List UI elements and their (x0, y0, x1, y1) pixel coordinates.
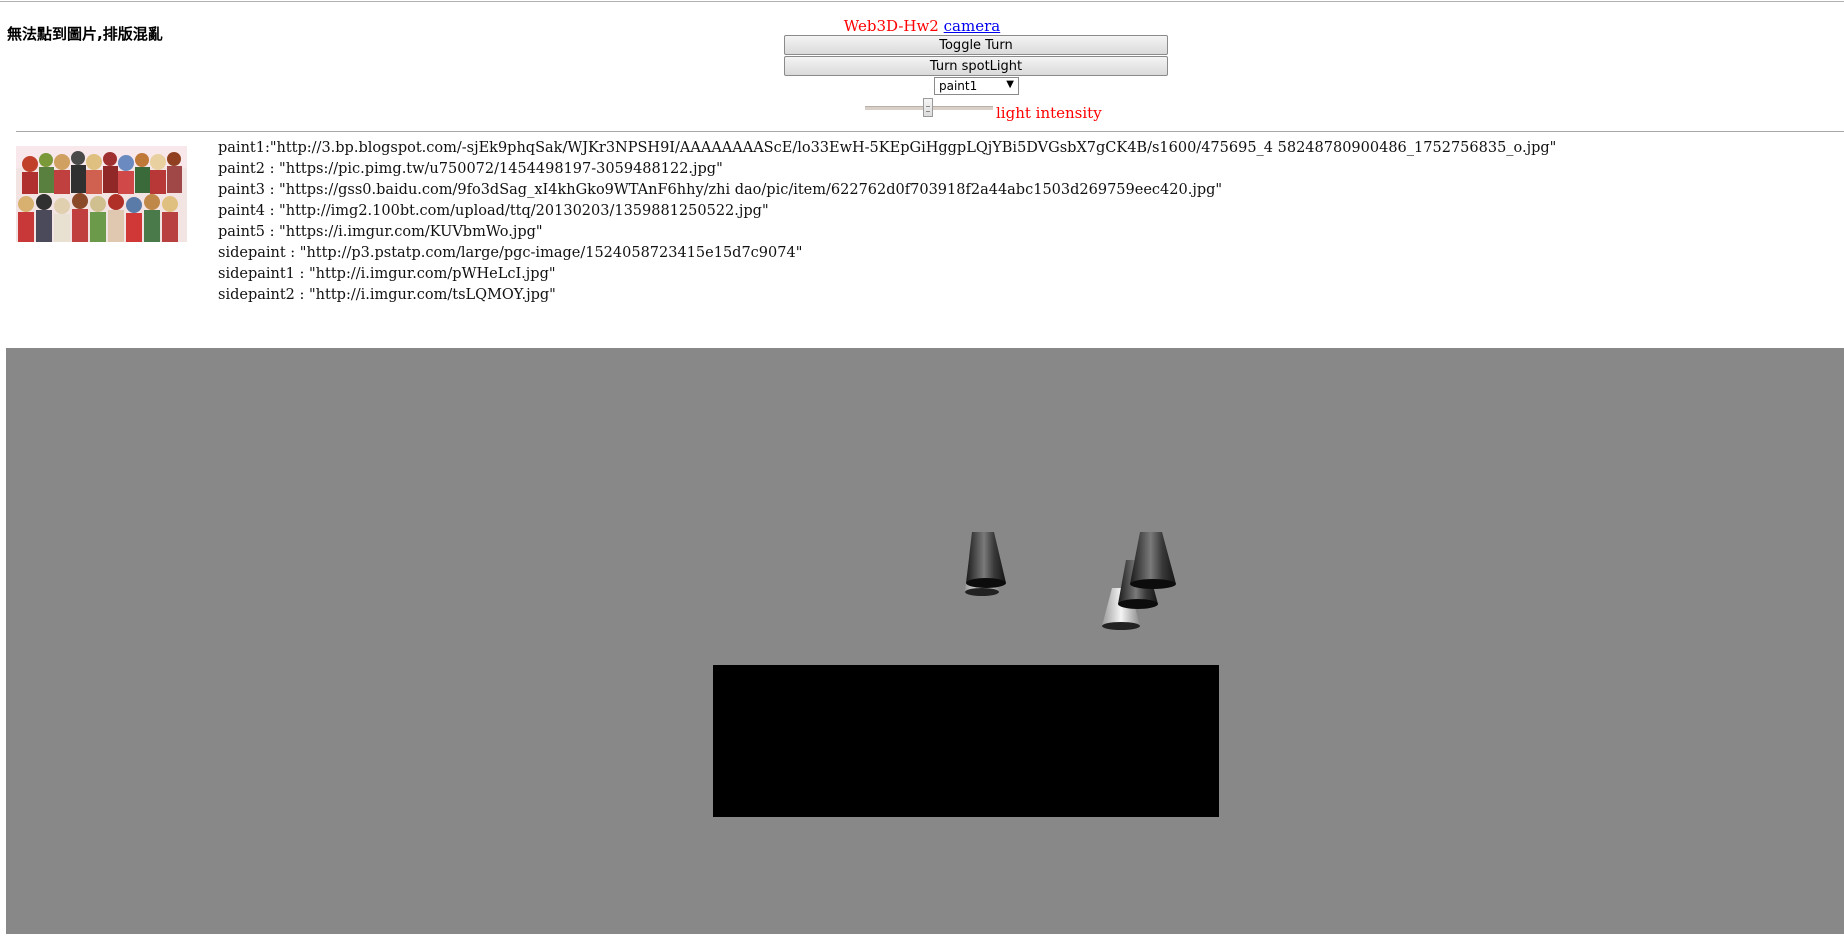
paint-url-item: paint4 : "http://img2.100bt.com/upload/t… (218, 203, 769, 219)
spotlight-lamp (965, 532, 1006, 596)
paint-url-item: paint2 : "https://pic.pimg.tw/u750072/14… (218, 161, 723, 177)
paint-url-item: sidepaint2 : "http://i.imgur.com/tsLQMOY… (218, 287, 556, 303)
spotlight-lamp (1102, 532, 1176, 630)
chevron-down-icon: ▼ (1006, 79, 1014, 90)
page-title: Web3D-Hw2 (843, 17, 939, 35)
light-intensity-label: light intensity (996, 104, 1102, 122)
camera-link[interactable]: camera (944, 17, 1001, 35)
paint-url-item: paint3 : "https://gss0.baidu.com/9fo3dSa… (218, 182, 1223, 198)
toggle-turn-button[interactable]: Toggle Turn (784, 35, 1168, 55)
paint-url-item: sidepaint1 : "http://i.imgur.com/pWHeLcI… (218, 266, 556, 282)
paint-url-list: paint1:"http://3.bp.blogspot.com/-sjEk9p… (218, 138, 1556, 306)
paint-select-value: paint1 (939, 79, 978, 93)
paint-select[interactable]: paint1 ▼ (934, 77, 1019, 95)
top-border (0, 1, 1844, 2)
webgl-canvas[interactable] (6, 348, 1844, 934)
turn-spotlight-button[interactable]: Turn spotLight (784, 56, 1168, 76)
scene-svg (965, 532, 1176, 630)
divider (16, 131, 1844, 132)
light-intensity-slider-thumb[interactable] (923, 98, 933, 117)
paint-thumbnail-image[interactable] (16, 146, 187, 242)
header: Web3D-Hw2 camera (0, 17, 1844, 35)
paint-url-item: paint1:"http://3.bp.blogspot.com/-sjEk9p… (218, 140, 1557, 156)
paint-url-item: sidepaint : "http://p3.pstatp.com/large/… (218, 245, 803, 261)
paint-url-item: paint5 : "https://i.imgur.com/KUVbmWo.jp… (218, 224, 543, 240)
painting-screen[interactable] (713, 665, 1219, 817)
